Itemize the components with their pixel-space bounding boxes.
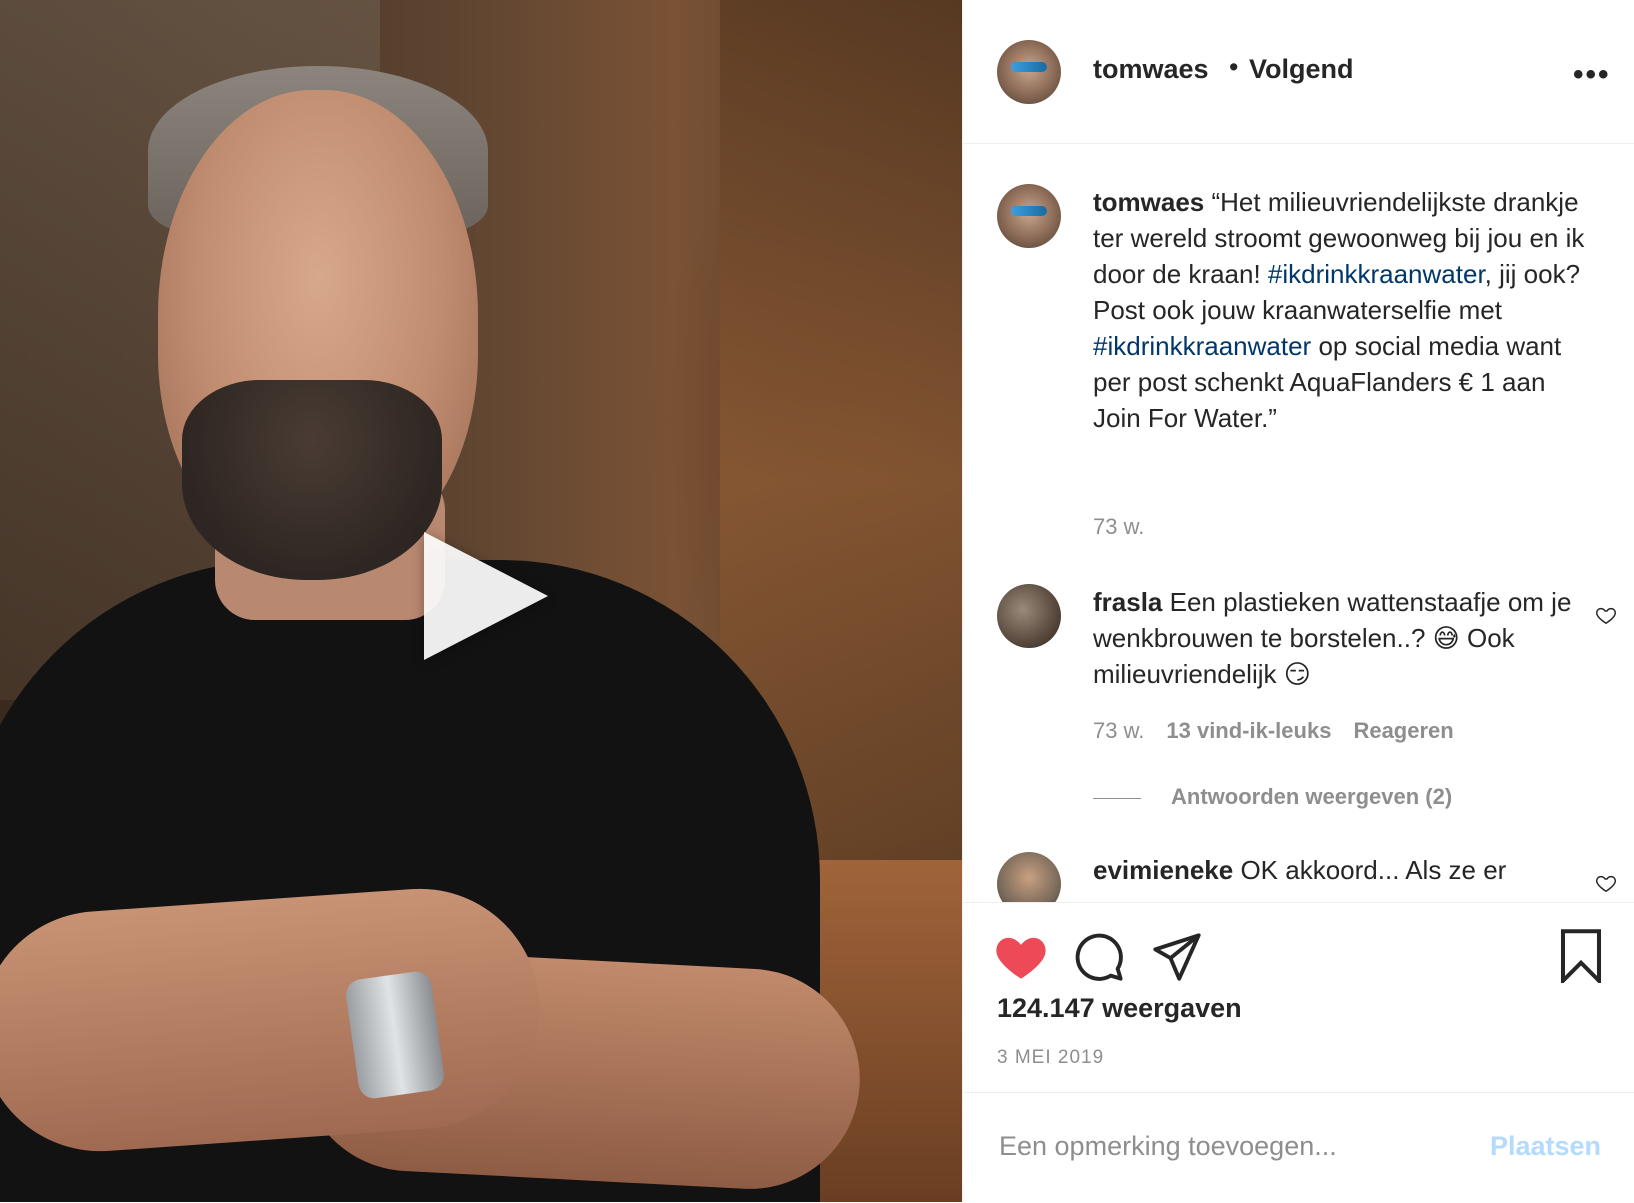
avatar[interactable] xyxy=(997,184,1061,248)
person-beard xyxy=(182,380,442,580)
like-comment-heart-icon[interactable] xyxy=(1595,872,1617,894)
comment-username[interactable]: frasla xyxy=(1093,587,1162,617)
comment-icon[interactable] xyxy=(1073,931,1125,983)
comment-body: Een plastieken wattenstaafje om je wenkb… xyxy=(1093,587,1572,689)
post-comment-button[interactable]: Plaatsen xyxy=(1490,1131,1601,1162)
play-icon[interactable] xyxy=(424,532,548,660)
post-video[interactable] xyxy=(0,0,962,1202)
post-actions: 124.147 weergaven 3 MEI 2019 xyxy=(963,902,1634,1093)
more-options-icon[interactable]: ••• xyxy=(1573,58,1611,92)
comment-body: OK akkoord... Als ze er xyxy=(1240,855,1507,885)
post-header: tomwaes • Volgend ••• xyxy=(963,0,1634,144)
view-replies-button[interactable]: Antwoorden weergeven (2) xyxy=(1093,784,1452,810)
replies-divider xyxy=(1093,797,1141,799)
add-comment-bar: Plaatsen xyxy=(963,1092,1634,1203)
header-username[interactable]: tomwaes xyxy=(1093,54,1209,85)
caption-age: 73 w. xyxy=(1093,514,1145,539)
post-date: 3 MEI 2019 xyxy=(997,1047,1105,1068)
reply-button[interactable]: Reageren xyxy=(1353,718,1453,743)
comment-username[interactable]: evimieneke xyxy=(1093,855,1233,885)
comments-list[interactable]: tomwaes “Het milieuvriendelijkste drankj… xyxy=(963,144,1634,902)
caption-username[interactable]: tomwaes xyxy=(1093,187,1204,217)
comment-text: evimieneke OK akkoord... Als ze er xyxy=(1093,852,1593,888)
comment-likes[interactable]: 13 vind-ik-leuks xyxy=(1166,718,1331,743)
comment-input[interactable] xyxy=(997,1121,1461,1171)
like-comment-heart-icon[interactable] xyxy=(1595,604,1617,626)
separator-dot: • xyxy=(1229,52,1239,82)
share-icon[interactable] xyxy=(1151,931,1203,983)
comment-age: 73 w. xyxy=(1093,718,1145,743)
bookmark-icon[interactable] xyxy=(1557,929,1605,983)
comment-meta: 73 w. 13 vind-ik-leuks Reageren xyxy=(1093,718,1476,744)
avatar[interactable] xyxy=(997,40,1061,104)
hashtag-link[interactable]: #ikdrinkkraanwater xyxy=(1268,259,1485,289)
follow-status-button[interactable]: Volgend xyxy=(1249,54,1354,85)
avatar-glasses xyxy=(1011,62,1047,72)
comment-text: frasla Een plastieken wattenstaafje om j… xyxy=(1093,584,1593,692)
caption-text: tomwaes “Het milieuvriendelijkste drankj… xyxy=(1093,184,1593,436)
avatar[interactable] xyxy=(997,852,1061,902)
post-side-panel: tomwaes • Volgend ••• tomwaes “Het milie… xyxy=(962,0,1634,1202)
heart-filled-icon[interactable] xyxy=(995,933,1047,981)
view-count[interactable]: 124.147 weergaven xyxy=(997,993,1242,1024)
wristwatch xyxy=(344,969,446,1101)
person-arm-left xyxy=(0,880,548,1160)
avatar-glasses xyxy=(1011,206,1047,216)
avatar[interactable] xyxy=(997,584,1061,648)
hashtag-link[interactable]: #ikdrinkkraanwater xyxy=(1093,331,1311,361)
